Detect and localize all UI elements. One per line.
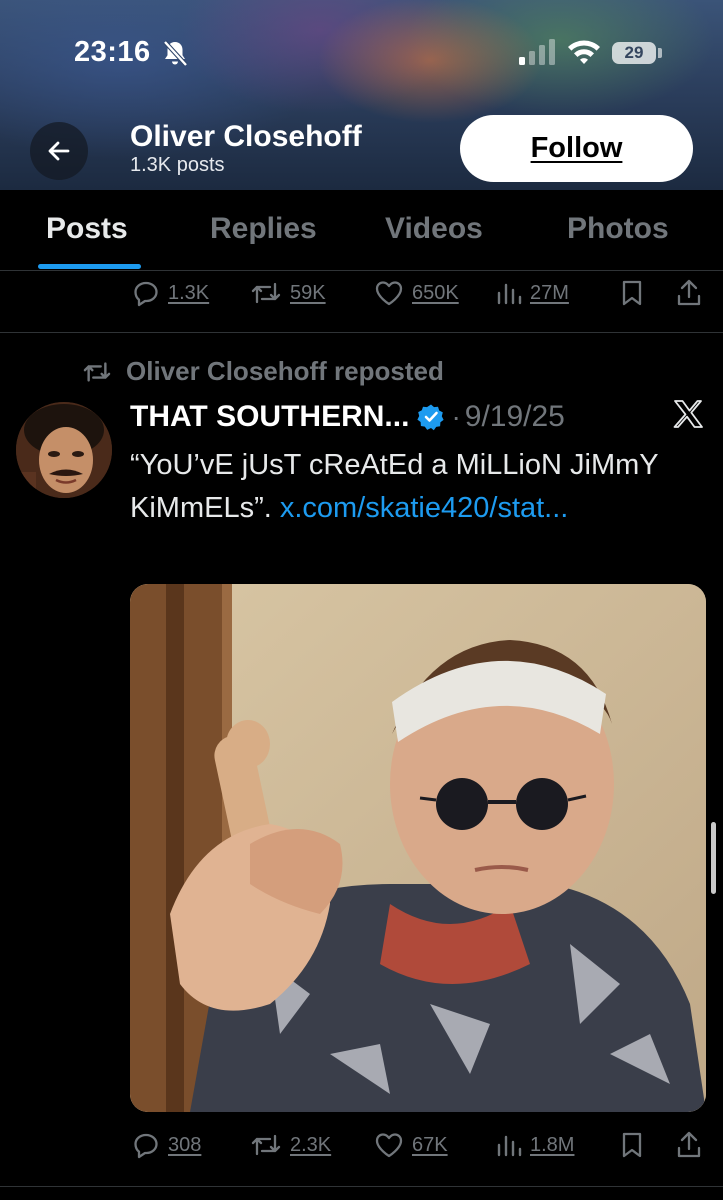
bookmark-icon bbox=[622, 1132, 642, 1158]
share-icon bbox=[677, 279, 701, 306]
scrollbar-thumb[interactable] bbox=[711, 822, 716, 894]
reply-icon bbox=[134, 1133, 158, 1159]
follow-button[interactable]: Follow bbox=[460, 115, 693, 182]
share-button[interactable] bbox=[676, 1127, 702, 1163]
repost-count: 59K bbox=[290, 281, 326, 304]
profile-tabs: Posts Replies Videos Photos bbox=[0, 190, 723, 271]
repost-icon bbox=[83, 361, 111, 382]
profile-header-banner: 23:16 29 Oliver Closehoff 1.3K posts Fol… bbox=[0, 0, 723, 190]
like-icon bbox=[375, 1133, 403, 1158]
reply-button[interactable]: 1.3K bbox=[132, 275, 209, 311]
verified-icon bbox=[417, 404, 445, 431]
previous-post-actions: 1.3K 59K 650K 27M bbox=[0, 275, 723, 315]
back-arrow-icon bbox=[48, 141, 70, 161]
reply-count: 1.3K bbox=[168, 281, 210, 304]
status-bar: 23:16 29 bbox=[0, 0, 723, 100]
tab-videos[interactable]: Videos bbox=[385, 212, 483, 246]
tab-replies[interactable]: Replies bbox=[210, 212, 317, 246]
repost-label: Oliver Closehoff reposted bbox=[126, 356, 444, 386]
share-button[interactable] bbox=[676, 275, 702, 311]
battery-indicator: 29 bbox=[612, 42, 656, 64]
views-icon bbox=[497, 1135, 522, 1157]
repost-count: 2.3K bbox=[290, 1133, 332, 1156]
views-count: 27M bbox=[530, 281, 569, 304]
bookmark-icon bbox=[622, 280, 642, 306]
like-button[interactable]: 67K bbox=[374, 1127, 448, 1163]
profile-name: Oliver Closehoff bbox=[130, 120, 362, 153]
tweet-text: “YoU’vE jUsT cReAtEd a MiLLioN JiMmY KiM… bbox=[130, 444, 700, 530]
media-photo bbox=[130, 584, 706, 1112]
like-icon bbox=[375, 281, 403, 306]
like-button[interactable]: 650K bbox=[374, 275, 459, 311]
views-icon bbox=[497, 283, 522, 305]
bookmark-button[interactable] bbox=[620, 275, 644, 311]
header-separator: · bbox=[451, 401, 461, 432]
signal-icon bbox=[519, 39, 555, 65]
views-button[interactable]: 27M bbox=[496, 275, 569, 311]
wifi-icon bbox=[568, 40, 600, 64]
like-count: 650K bbox=[412, 281, 459, 304]
follow-label: Follow bbox=[530, 132, 623, 164]
like-count: 67K bbox=[412, 1133, 448, 1156]
repost-icon bbox=[251, 282, 281, 304]
reply-icon bbox=[134, 281, 158, 307]
share-icon bbox=[677, 1131, 701, 1158]
active-tab-indicator bbox=[38, 264, 141, 269]
tab-photos[interactable]: Photos bbox=[567, 212, 669, 246]
reply-count: 308 bbox=[168, 1133, 202, 1156]
views-button[interactable]: 1.8M bbox=[496, 1127, 574, 1163]
views-count: 1.8M bbox=[530, 1133, 575, 1156]
repost-icon bbox=[251, 1134, 281, 1156]
post-count: 1.3K posts bbox=[130, 154, 225, 176]
tweet-link[interactable]: x.com/skatie420/stat... bbox=[280, 492, 569, 524]
tab-posts[interactable]: Posts bbox=[46, 212, 128, 246]
post-divider bbox=[0, 332, 723, 333]
bell-slash-icon bbox=[163, 40, 188, 67]
battery-cap bbox=[658, 48, 662, 58]
author-name[interactable]: THAT SOUTHERN... bbox=[130, 400, 409, 434]
reply-button[interactable]: 308 bbox=[132, 1127, 201, 1163]
tweet-header: THAT SOUTHERN... · 9/19/25 bbox=[130, 397, 565, 437]
repost-button[interactable]: 2.3K bbox=[250, 1127, 331, 1163]
back-button[interactable] bbox=[30, 122, 88, 180]
tweet-media-image[interactable] bbox=[130, 584, 706, 1112]
tweet-actions: 308 2.3K 67K 1.8M bbox=[0, 1127, 723, 1167]
avatar-image bbox=[16, 402, 112, 498]
post-divider bbox=[0, 1186, 723, 1187]
author-avatar[interactable] bbox=[16, 402, 112, 498]
status-time: 23:16 bbox=[74, 36, 151, 68]
repost-context[interactable]: Oliver Closehoff reposted bbox=[82, 356, 444, 387]
x-logo-icon[interactable] bbox=[672, 398, 704, 430]
tweet-date[interactable]: 9/19/25 bbox=[465, 400, 565, 434]
bookmark-button[interactable] bbox=[620, 1127, 644, 1163]
repost-button[interactable]: 59K bbox=[250, 275, 326, 311]
